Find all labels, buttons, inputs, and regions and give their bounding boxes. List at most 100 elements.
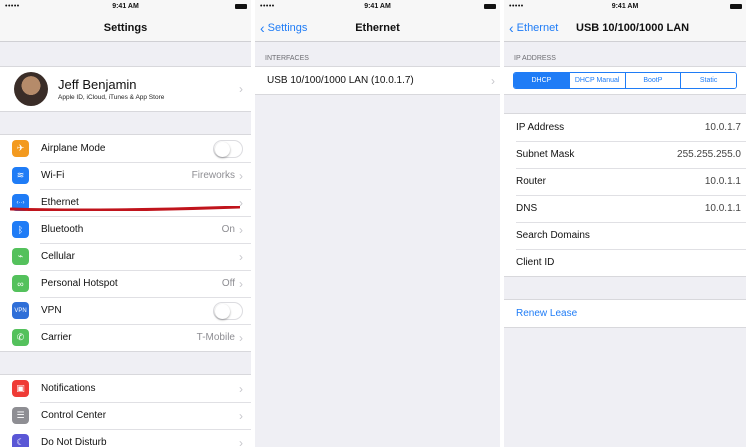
status-time: 9:41 AM xyxy=(112,3,139,10)
row-value: T-Mobile xyxy=(196,332,235,343)
status-time: 9:41 AM xyxy=(611,3,639,10)
back-button[interactable]: ‹ Ethernet xyxy=(509,20,559,36)
row-label: Bluetooth xyxy=(41,224,84,235)
detail-row-search-domains: Search Domains xyxy=(504,222,746,249)
row-label: Do Not Disturb xyxy=(41,437,107,447)
interface-row[interactable]: USB 10/100/1000 LAN (10.0.1.7) › xyxy=(255,67,500,94)
nav-bar: ‹ Ethernet USB 10/100/1000 LAN xyxy=(504,14,746,42)
row-value: Fireworks xyxy=(191,170,235,181)
toggle-knob xyxy=(215,141,230,157)
segment-dhcp[interactable]: DHCP xyxy=(514,73,569,88)
settings-row-vpn[interactable]: VPN VPN xyxy=(0,297,251,324)
row-label: Carrier xyxy=(41,332,72,343)
chevron-right-icon: › xyxy=(239,249,243,264)
settings-row-phone[interactable]: ✆ Carrier T-Mobile › xyxy=(0,324,251,351)
settings-row-ethernet[interactable]: ‹··› Ethernet › xyxy=(0,189,251,216)
toggle-switch[interactable] xyxy=(213,139,243,158)
chevron-right-icon: › xyxy=(491,73,495,88)
settings-row-cellular[interactable]: ⌁ Cellular › xyxy=(0,243,251,270)
battery-icon xyxy=(484,4,496,9)
moon-icon: ☾ xyxy=(12,434,29,447)
row-label: Control Center xyxy=(41,410,107,421)
segment-container: DHCP DHCP Manual BootP Static xyxy=(504,66,746,95)
detail-label: Client ID xyxy=(516,257,555,268)
chevron-right-icon: › xyxy=(239,82,243,96)
renew-lease-button[interactable]: Renew Lease xyxy=(504,300,746,327)
nav-bar: Settings xyxy=(0,14,251,42)
detail-label: Subnet Mask xyxy=(516,149,575,160)
detail-row-subnet-mask: Subnet Mask 255.255.255.0 xyxy=(504,141,746,168)
profile-name: Jeff Benjamin xyxy=(58,77,137,92)
row-value: On xyxy=(221,224,235,235)
ip-details-group: IP Address 10.0.1.7 Subnet Mask 255.255.255… xyxy=(504,113,746,277)
settings-row-control-center[interactable]: ☰ Control Center › xyxy=(0,402,251,429)
settings-row-airplane[interactable]: ✈ Airplane Mode xyxy=(0,135,251,162)
detail-value: 255.255.255.0 xyxy=(677,149,741,160)
renew-group: Renew Lease xyxy=(504,299,746,328)
status-bar: ••••• 9:41 AM xyxy=(255,0,500,14)
segment-static[interactable]: Static xyxy=(680,73,736,88)
usb-lan-pane: ••••• 9:41 AM ‹ Ethernet USB 10/100/1000… xyxy=(504,0,746,447)
nav-bar: ‹ Settings Ethernet xyxy=(255,14,500,42)
renew-lease-label: Renew Lease xyxy=(516,308,578,319)
row-label: Personal Hotspot xyxy=(41,278,118,289)
settings-row-moon[interactable]: ☾ Do Not Disturb › xyxy=(0,429,251,447)
battery-icon xyxy=(730,4,742,9)
connectivity-group: ✈ Airplane Mode ≋ Wi-Fi Fireworks › ‹··› Ethern… xyxy=(0,134,251,352)
wifi-icon: ≋ xyxy=(12,167,29,184)
vpn-icon: VPN xyxy=(12,302,29,319)
detail-label: IP Address xyxy=(516,122,565,133)
profile-subtitle: Apple ID, iCloud, iTunes & App Store xyxy=(58,94,165,101)
status-bar: ••••• 9:41 AM xyxy=(504,0,746,14)
settings-row-wifi[interactable]: ≋ Wi-Fi Fireworks › xyxy=(0,162,251,189)
status-time: 9:41 AM xyxy=(364,3,391,10)
toggle-switch[interactable] xyxy=(213,301,243,320)
row-label: Airplane Mode xyxy=(41,143,106,154)
detail-label: DNS xyxy=(516,203,538,214)
interface-label: USB 10/100/1000 LAN (10.0.1.7) xyxy=(267,75,414,86)
red-underline-annotation xyxy=(10,206,240,211)
segment-dhcp-manual[interactable]: DHCP Manual xyxy=(568,73,625,88)
settings-pane: ••••• 9:41 AM Settings Jeff Benjamin App… xyxy=(0,0,251,447)
page-title: USB 10/100/1000 LAN xyxy=(576,22,690,34)
chevron-right-icon: › xyxy=(239,276,243,291)
apple-id-profile-row[interactable]: Jeff Benjamin Apple ID, iCloud, iTunes &… xyxy=(0,66,251,112)
settings-row-bluetooth[interactable]: ᛒ Bluetooth On › xyxy=(0,216,251,243)
detail-row-ip-address: IP Address 10.0.1.7 xyxy=(504,114,746,141)
settings-row-notifications[interactable]: ▣ Notifications › xyxy=(0,375,251,402)
chevron-right-icon: › xyxy=(239,408,243,423)
chevron-right-icon: › xyxy=(239,330,243,345)
detail-value: 10.0.1.1 xyxy=(704,203,741,214)
avatar xyxy=(14,72,48,106)
row-value: Off xyxy=(221,278,235,289)
detail-value: 10.0.1.1 xyxy=(704,176,741,187)
row-label: Wi-Fi xyxy=(41,170,65,181)
settings-row-hotspot[interactable]: ∞ Personal Hotspot Off › xyxy=(0,270,251,297)
control-center-icon: ☰ xyxy=(12,407,29,424)
screenshot-stage: ••••• 9:41 AM Settings Jeff Benjamin App… xyxy=(0,0,746,447)
segment-bootp[interactable]: BootP xyxy=(624,73,681,88)
chevron-left-icon: ‹ xyxy=(509,20,514,36)
notifications-icon: ▣ xyxy=(12,380,29,397)
detail-label: Router xyxy=(516,176,547,187)
system-group: ▣ Notifications › ☰ Control Center › ☾ Do Not D… xyxy=(0,374,251,447)
hotspot-icon: ∞ xyxy=(12,275,29,292)
detail-row-dns: DNS 10.0.1.1 xyxy=(504,195,746,222)
row-label: Cellular xyxy=(41,251,75,262)
section-header-interfaces: INTERFACES xyxy=(265,55,309,62)
cellular-icon: ⌁ xyxy=(12,248,29,265)
back-button-label: Ethernet xyxy=(516,22,559,34)
detail-row-router: Router 10.0.1.1 xyxy=(504,168,746,195)
ethernet-pane: ••••• 9:41 AM ‹ Settings Ethernet INTERF… xyxy=(255,0,500,447)
section-header-ip-address: IP ADDRESS xyxy=(514,55,556,62)
phone-icon: ✆ xyxy=(12,329,29,346)
row-label: VPN xyxy=(41,305,62,316)
detail-label: Search Domains xyxy=(516,230,590,241)
status-bar: ••••• 9:41 AM xyxy=(0,0,251,14)
airplane-icon: ✈ xyxy=(12,140,29,157)
battery-icon xyxy=(235,4,247,9)
ip-mode-segmented-control: DHCP DHCP Manual BootP Static xyxy=(513,72,737,89)
row-label: Notifications xyxy=(41,383,96,394)
chevron-right-icon: › xyxy=(239,168,243,183)
detail-value: 10.0.1.7 xyxy=(704,122,741,133)
